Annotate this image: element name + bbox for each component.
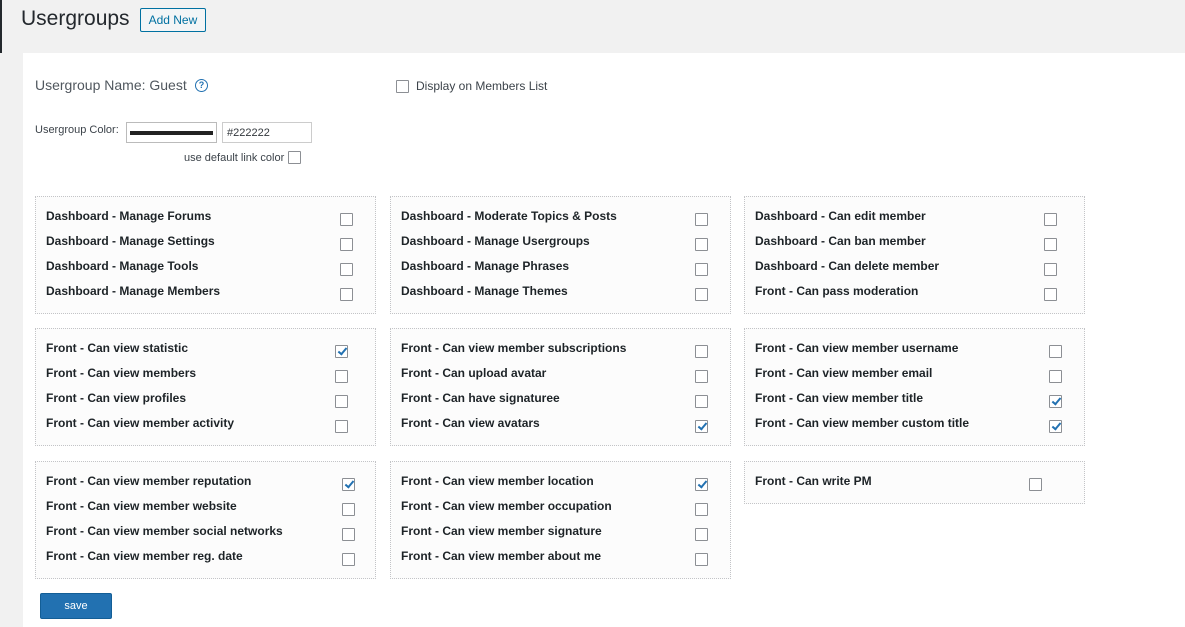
permission-checkbox[interactable]: [1044, 263, 1057, 276]
permission-group: Front - Can view member reputation Front …: [35, 461, 376, 579]
permission-label: Dashboard - Moderate Topics & Posts: [401, 209, 617, 223]
permission-checkbox[interactable]: [342, 503, 355, 516]
permission-label: Front - Can view member title: [755, 391, 924, 405]
permission-group: Front - Can view member subscriptions Fro…: [390, 328, 731, 446]
permission-group: Dashboard - Manage Forums Dashboard - Man…: [35, 196, 376, 314]
page-header: Usergroups Add New: [21, 4, 207, 34]
permission-checkbox[interactable]: [695, 345, 708, 358]
permission-checkbox[interactable]: [695, 238, 708, 251]
permission-label: Front - Can view member location: [401, 474, 594, 488]
permission-checkbox[interactable]: [1044, 288, 1057, 301]
default-link-color-option[interactable]: use default link color: [184, 151, 302, 164]
permission-label: Dashboard - Can edit member: [755, 209, 926, 223]
permission-checkbox[interactable]: [695, 288, 708, 301]
permission-label: Front - Can upload avatar: [401, 366, 547, 380]
display-on-members-checkbox[interactable]: [396, 79, 409, 93]
permission-checkbox[interactable]: [695, 213, 708, 226]
color-hex-input[interactable]: [222, 122, 312, 143]
permission-checkbox[interactable]: [340, 288, 353, 301]
permission-label: Front - Can view avatars: [401, 416, 540, 430]
permission-group: Front - Can write PM: [744, 461, 1085, 504]
save-button[interactable]: save: [40, 593, 112, 619]
permission-group: Front - Can view member location Front - …: [390, 461, 731, 579]
permission-label: Dashboard - Manage Usergroups: [401, 234, 590, 248]
permission-checkbox[interactable]: [695, 395, 708, 408]
permission-label: Front - Can view member reg. date: [46, 549, 243, 563]
permission-group: Dashboard - Can edit member Dashboard - C…: [744, 196, 1085, 314]
permission-label: Front - Can view member signature: [401, 524, 602, 538]
usergroup-color-label: Usergroup Color:: [35, 124, 119, 136]
permission-label: Dashboard - Can ban member: [755, 234, 926, 248]
display-on-members-list[interactable]: Display on Members List: [396, 79, 547, 93]
permission-checkbox[interactable]: [342, 553, 355, 566]
permission-checkbox[interactable]: [695, 503, 708, 516]
permission-checkbox[interactable]: [335, 420, 348, 433]
permission-label: Dashboard - Manage Phrases: [401, 259, 570, 273]
permission-label: Dashboard - Can delete member: [755, 259, 940, 273]
permission-group: Front - Can view member username Front - …: [744, 328, 1085, 446]
permission-label: Front - Can view member social networks: [46, 524, 283, 538]
permission-label: Front - Can write PM: [755, 474, 872, 488]
add-new-button[interactable]: Add New: [139, 8, 207, 32]
permission-label: Front - Can view members: [46, 366, 197, 380]
permission-checkbox[interactable]: [1044, 213, 1057, 226]
permission-label: Front - Can view member email: [755, 366, 933, 380]
permission-checkbox[interactable]: [1029, 478, 1042, 491]
help-icon[interactable]: ?: [195, 79, 208, 92]
permission-label: Dashboard - Manage Members: [46, 284, 221, 298]
permission-checkbox[interactable]: [335, 370, 348, 383]
permission-label: Front - Can view member about me: [401, 549, 602, 563]
permission-checkbox[interactable]: [695, 478, 708, 491]
permission-checkbox[interactable]: [1044, 238, 1057, 251]
permission-checkbox[interactable]: [335, 395, 348, 408]
window-edge: [0, 0, 2, 53]
permission-label: Front - Can view profiles: [46, 391, 187, 405]
permission-label: Dashboard - Manage Settings: [46, 234, 215, 248]
permission-checkbox[interactable]: [1049, 370, 1062, 383]
permission-checkbox[interactable]: [695, 420, 708, 433]
page-title: Usergroups: [21, 7, 130, 30]
permission-checkbox[interactable]: [1049, 420, 1062, 433]
permission-checkbox[interactable]: [342, 478, 355, 491]
permission-label: Front - Can view member reputation: [46, 474, 252, 488]
permission-checkbox[interactable]: [340, 263, 353, 276]
permission-label: Front - Can pass moderation: [755, 284, 919, 298]
permission-checkbox[interactable]: [695, 553, 708, 566]
permission-checkbox[interactable]: [695, 263, 708, 276]
permission-checkbox[interactable]: [695, 528, 708, 541]
default-link-color-checkbox[interactable]: [288, 151, 302, 164]
permission-group: Front - Can view statistic Front - Can vi…: [35, 328, 376, 446]
permission-checkbox[interactable]: [335, 345, 348, 358]
permission-checkbox[interactable]: [342, 528, 355, 541]
color-picker-swatch[interactable]: [126, 122, 217, 143]
permission-label: Dashboard - Manage Tools: [46, 259, 199, 273]
permission-label: Front - Can view member website: [46, 499, 237, 513]
permission-checkbox[interactable]: [340, 238, 353, 251]
permission-label: Front - Can view member occupation: [401, 499, 612, 513]
permission-label: Front - Can view member subscriptions: [401, 341, 627, 355]
permission-label: Front - Can have signaturee: [401, 391, 560, 405]
permission-checkbox[interactable]: [1049, 345, 1062, 358]
permission-label: Dashboard - Manage Forums: [46, 209, 212, 223]
permission-label: Front - Can view member custom title: [755, 416, 970, 430]
permission-label: Front - Can view statistic: [46, 341, 189, 355]
permission-label: Front - Can view member activity: [46, 416, 235, 430]
usergroup-name-label: Usergroup Name: Guest: [35, 77, 187, 93]
permission-checkbox[interactable]: [695, 370, 708, 383]
display-on-members-label: Display on Members List: [416, 79, 548, 93]
permission-checkbox[interactable]: [340, 213, 353, 226]
default-link-color-label: use default link color: [184, 151, 285, 164]
usergroup-form-panel: Usergroup Name: Guest ? Display on Membe…: [23, 53, 1185, 627]
permission-label: Front - Can view member username: [755, 341, 959, 355]
permission-label: Dashboard - Manage Themes: [401, 284, 568, 298]
permission-group: Dashboard - Moderate Topics & Posts Dashb…: [390, 196, 731, 314]
permission-checkbox[interactable]: [1049, 395, 1062, 408]
